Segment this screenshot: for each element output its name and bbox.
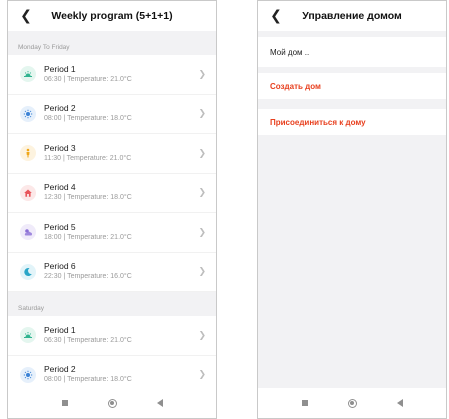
chevron-right-icon: ❯ [198, 266, 206, 277]
chevron-left-icon[interactable]: ❮ [18, 6, 34, 24]
home-item[interactable]: Мой дом .. [258, 37, 446, 67]
period-name: Period 6 [44, 261, 76, 272]
period-detail: 18:00 | Temperature: 21.0°C [44, 233, 132, 241]
chevron-right-icon: ❯ [198, 329, 206, 340]
android-navigation-bar [258, 388, 446, 418]
period-name: Period 4 [44, 182, 76, 193]
period-row[interactable]: Period 4 12:30 | Temperature: 18.0°C ❯ [8, 173, 216, 213]
home-list: Мой дом .. Создать дом Присоединиться к … [258, 31, 446, 388]
moon-icon [20, 263, 36, 280]
chevron-right-icon: ❯ [198, 226, 206, 237]
period-text: Period 3 11:30 | Temperature: 21.0°C [44, 143, 198, 164]
period-detail: 12:30 | Temperature: 18.0°C [44, 194, 132, 202]
recent-apps-icon[interactable] [61, 400, 68, 406]
back-icon[interactable] [156, 399, 163, 407]
period-detail: 06:30 | Temperature: 21.0°C [44, 75, 132, 83]
person-icon [20, 145, 36, 162]
chevron-right-icon: ❯ [198, 187, 206, 198]
period-text: Period 2 08:00 | Temperature: 18.0°C [44, 364, 198, 385]
home-management-screen: ❮ Управление домом Мой дом .. Создать до… [257, 0, 447, 419]
section-header: Monday To Friday [8, 31, 216, 55]
period-detail: 08:00 | Temperature: 18.0°C [44, 376, 132, 384]
period-name: Period 3 [44, 142, 76, 153]
chevron-left-icon[interactable]: ❮ [268, 6, 284, 24]
period-text: Period 6 22:30 | Temperature: 16.0°C [44, 261, 198, 282]
period-text: Period 1 06:30 | Temperature: 21.0°C [44, 325, 198, 346]
sun-icon [20, 366, 36, 383]
sunset-icon [20, 224, 36, 241]
section-header: Saturday [8, 292, 216, 316]
period-detail: 08:00 | Temperature: 18.0°C [44, 115, 132, 123]
period-detail: 11:30 | Temperature: 21.0°C [44, 154, 132, 162]
schedule-list: Monday To Friday Period 1 06:30 | Temperat… [8, 31, 216, 395]
page-title: Weekly program (5+1+1) [51, 10, 173, 22]
page-title: Управление домом [302, 10, 402, 22]
home-icon[interactable] [347, 398, 357, 408]
period-row[interactable]: Period 5 18:00 | Temperature: 21.0°C ❯ [8, 213, 216, 253]
period-row[interactable]: Period 1 06:30 | Temperature: 21.0°C ❯ [8, 55, 216, 95]
period-name: Period 5 [44, 221, 76, 232]
period-text: Period 4 12:30 | Temperature: 18.0°C [44, 182, 198, 203]
home-icon [20, 184, 36, 201]
join-home-button[interactable]: Присоединиться к дому [258, 109, 446, 135]
sunrise-icon [20, 327, 36, 344]
weekly-program-screen: ❮ Weekly program (5+1+1) Monday To Frida… [7, 0, 217, 419]
chevron-right-icon: ❯ [198, 108, 206, 119]
period-row[interactable]: Period 6 22:30 | Temperature: 16.0°C ❯ [8, 252, 216, 292]
chevron-right-icon: ❯ [198, 68, 206, 79]
period-name: Period 1 [44, 63, 76, 74]
period-text: Period 5 18:00 | Temperature: 21.0°C [44, 222, 198, 243]
period-name: Period 1 [44, 324, 76, 335]
navigation-bar: ❮ Управление домом [258, 1, 446, 31]
period-row[interactable]: Period 2 08:00 | Temperature: 18.0°C ❯ [8, 94, 216, 134]
period-detail: 22:30 | Temperature: 16.0°C [44, 273, 132, 281]
period-row[interactable]: Period 1 06:30 | Temperature: 21.0°C ❯ [8, 316, 216, 356]
home-icon[interactable] [107, 398, 117, 408]
period-text: Period 1 06:30 | Temperature: 21.0°C [44, 64, 198, 85]
period-name: Period 2 [44, 103, 76, 114]
chevron-right-icon: ❯ [198, 369, 206, 380]
period-row[interactable]: Period 3 11:30 | Temperature: 21.0°C ❯ [8, 134, 216, 174]
create-home-button[interactable]: Создать дом [258, 73, 446, 99]
back-icon[interactable] [396, 399, 403, 407]
recent-apps-icon[interactable] [301, 400, 308, 406]
android-navigation-bar [8, 388, 216, 418]
period-text: Period 2 08:00 | Temperature: 18.0°C [44, 103, 198, 124]
sun-icon [20, 105, 36, 122]
period-name: Period 2 [44, 364, 76, 375]
sunrise-icon [20, 66, 36, 83]
chevron-right-icon: ❯ [198, 147, 206, 158]
navigation-bar: ❮ Weekly program (5+1+1) [8, 1, 216, 31]
period-detail: 06:30 | Temperature: 21.0°C [44, 336, 132, 344]
